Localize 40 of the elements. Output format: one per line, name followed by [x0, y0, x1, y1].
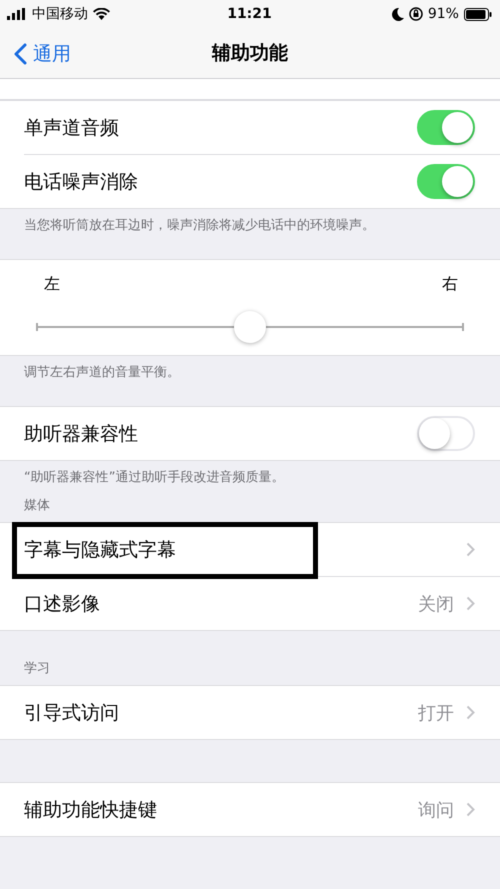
rotation-lock-icon — [408, 7, 423, 21]
status-time: 11:21 — [227, 6, 272, 22]
list-row[interactable]: 字幕与隐藏式字幕 — [24, 523, 500, 577]
row-label: 电话噪声消除 — [24, 170, 138, 194]
toggle-switch[interactable] — [417, 110, 475, 145]
battery-icon — [464, 8, 492, 20]
row-label: 字幕与隐藏式字幕 — [24, 538, 176, 562]
moon-icon — [392, 8, 404, 20]
toggle-switch[interactable] — [417, 164, 475, 199]
row-label: 口述影像 — [24, 592, 100, 616]
wifi-icon — [93, 8, 110, 20]
list-row[interactable]: 口述影像 关闭 — [24, 577, 500, 630]
row-label: 单声道音频 — [24, 116, 119, 140]
section-header: 学习 — [23, 660, 51, 678]
back-chevron-icon — [14, 43, 27, 65]
nav-title: 辅助功能 — [212, 41, 288, 66]
row-label: 辅助功能快捷键 — [24, 798, 157, 822]
row-label: 助听器兼容性 — [24, 422, 138, 446]
chevron-icon — [466, 705, 475, 720]
signal-icon — [7, 8, 27, 20]
row-value: 打开 — [418, 702, 454, 724]
row-value: 关闭 — [418, 592, 454, 616]
chevron-icon — [466, 802, 475, 817]
left-label: 左 — [44, 274, 60, 295]
section-footer: “助听器兼容性”通过助听手段改进音频质量。 — [0, 461, 500, 496]
chevron-icon — [466, 542, 475, 557]
right-label: 右 — [442, 274, 458, 295]
slider-thumb[interactable] — [234, 311, 266, 343]
section-footer: 调节左右声道的音量平衡。 — [0, 356, 500, 391]
back-button[interactable]: 通用 — [14, 37, 71, 71]
balance-slider[interactable] — [36, 311, 464, 345]
list-row[interactable]: 单声道音频 — [24, 101, 500, 155]
section-header: 媒体 — [23, 497, 51, 515]
list-row[interactable]: 电话噪声消除 — [24, 155, 500, 208]
row-value: 询问 — [418, 798, 454, 822]
row-label: 引导式访问 — [24, 700, 119, 726]
carrier-name: 中国移动 — [32, 5, 88, 23]
chevron-icon — [466, 596, 475, 611]
section-footer: 当您将听筒放在耳边时，噪声消除将减少电话中的环境噪声。 — [0, 209, 500, 244]
battery-percent: 91% — [428, 6, 459, 22]
